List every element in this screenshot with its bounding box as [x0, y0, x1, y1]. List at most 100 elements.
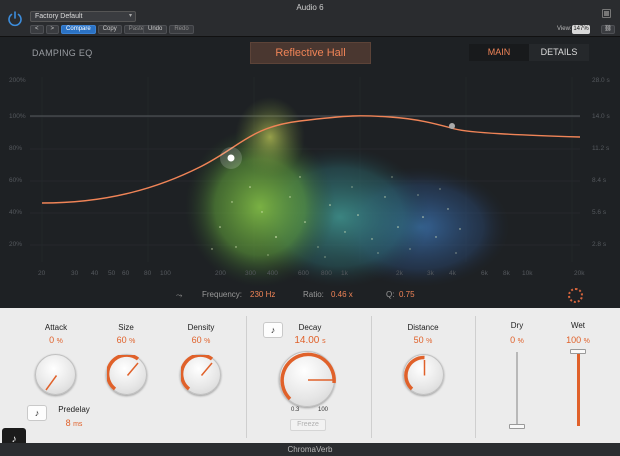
- high-frequency-handle[interactable]: [449, 123, 455, 129]
- power-icon[interactable]: [6, 10, 24, 28]
- spectrum-cloud: [185, 97, 510, 287]
- link-icon[interactable]: ⛓: [601, 25, 615, 34]
- room-type-selector[interactable]: Reflective Hall: [250, 42, 371, 64]
- window-toggle-icon[interactable]: [602, 9, 611, 18]
- decay-number: 14.00: [294, 335, 320, 346]
- predelay-sync-note-icon[interactable]: ♪: [27, 405, 47, 421]
- freq-axis-label: 6k: [481, 270, 488, 277]
- freq-axis-label: 20k: [574, 270, 585, 277]
- attack-indicator: [45, 375, 58, 391]
- predelay-number: 8: [65, 418, 71, 428]
- freq-axis-label: 4k: [449, 270, 456, 277]
- right-axis-label: 5.6 s: [592, 209, 607, 216]
- divider: [246, 316, 247, 438]
- damping-eq-display: DAMPING EQ Reflective Hall MAIN DETAILS: [0, 37, 620, 308]
- freq-axis-label: 30: [71, 270, 79, 277]
- redo-button[interactable]: Redo: [169, 25, 194, 34]
- view-zoom-select[interactable]: 147%: [572, 25, 590, 34]
- view-tabs: MAIN DETAILS: [469, 44, 589, 61]
- freeze-button[interactable]: Freeze: [290, 419, 326, 431]
- freq-axis-label: 800: [321, 270, 332, 277]
- preset-name: Factory Default: [35, 13, 83, 20]
- ratio-label: Ratio:: [303, 290, 324, 299]
- freq-axis-label: 60: [122, 270, 130, 277]
- density-value[interactable]: 60 %: [181, 335, 221, 345]
- right-axis-label: 2.8 s: [592, 241, 607, 248]
- next-preset-button[interactable]: >: [45, 25, 60, 34]
- q-value[interactable]: 0.75: [399, 290, 415, 299]
- size-title: Size: [118, 323, 134, 332]
- decay-knob[interactable]: [279, 351, 336, 407]
- decay-title: Decay: [298, 323, 322, 332]
- section-label: DAMPING EQ: [32, 48, 93, 58]
- freq-axis-label: 300: [245, 270, 256, 277]
- wet-fader-fill: [577, 352, 580, 426]
- distance-indicator: [404, 355, 426, 391]
- decay-sync-note-icon[interactable]: ♪: [263, 322, 283, 338]
- settings-gear-icon[interactable]: [568, 288, 583, 303]
- q-label: Q:: [386, 290, 395, 299]
- decay-min-label: 0.3: [291, 407, 300, 413]
- distance-knob[interactable]: [403, 354, 444, 395]
- right-axis-label: 14.0 s: [592, 113, 610, 120]
- freq-axis-label: 1k: [341, 270, 348, 277]
- attack-unit: %: [56, 338, 63, 345]
- density-number: 60: [191, 335, 202, 345]
- right-axis-label: 28.0 s: [592, 77, 610, 84]
- previous-preset-button[interactable]: <: [30, 25, 44, 34]
- low-frequency-handle[interactable]: [227, 154, 235, 162]
- preset-dropdown[interactable]: Factory Default ▾: [30, 11, 136, 22]
- right-axis-label: 11.2 s: [592, 145, 610, 152]
- wet-number: 100: [566, 335, 582, 345]
- dry-fader-handle[interactable]: [509, 424, 525, 429]
- size-number: 60: [116, 335, 127, 345]
- view-label: View:: [557, 26, 572, 32]
- wet-fader-handle[interactable]: [570, 349, 586, 354]
- undo-button[interactable]: Undo: [143, 25, 168, 34]
- curve-type-icon[interactable]: ⤳: [176, 291, 182, 301]
- wet-value[interactable]: 100 %: [558, 335, 598, 345]
- compare-button[interactable]: Compare: [61, 25, 96, 34]
- dry-value[interactable]: 0 %: [497, 335, 537, 345]
- right-axis-label: 8.4 s: [592, 177, 607, 184]
- predelay-value[interactable]: 8 ms: [54, 418, 94, 428]
- density-indicator: [179, 353, 214, 391]
- decay-indicator: [280, 352, 336, 401]
- left-axis-label: 40%: [9, 209, 23, 216]
- dry-title: Dry: [510, 321, 524, 330]
- ratio-value[interactable]: 0.46 x: [331, 290, 353, 299]
- preset-toolbar: < > Compare Copy Paste: [30, 25, 150, 34]
- control-panel: Attack 0 % Size 60 % Density 60 % ♪ Pred…: [0, 308, 620, 443]
- wet-unit: %: [583, 338, 590, 345]
- history-toolbar: Undo Redo: [143, 25, 194, 34]
- size-value[interactable]: 60 %: [106, 335, 146, 345]
- size-unit: %: [129, 338, 136, 345]
- attack-value[interactable]: 0 %: [36, 335, 76, 345]
- dry-number: 0: [510, 335, 516, 345]
- frequency-value[interactable]: 230 Hz: [250, 290, 275, 299]
- distance-number: 50: [413, 335, 424, 345]
- left-axis-label: 100%: [9, 113, 26, 120]
- distance-unit: %: [426, 338, 433, 345]
- dry-unit: %: [517, 338, 524, 345]
- decay-value[interactable]: 14.00 s: [285, 335, 335, 346]
- density-knob[interactable]: [179, 353, 221, 395]
- attack-knob[interactable]: [35, 354, 76, 395]
- freq-axis-label: 8k: [503, 270, 510, 277]
- size-knob[interactable]: [105, 353, 147, 395]
- distance-value[interactable]: 50 %: [403, 335, 443, 345]
- divider: [371, 316, 372, 438]
- eq-plot[interactable]: [0, 77, 620, 287]
- predelay-title: Predelay: [58, 405, 90, 414]
- freq-axis-label: 80: [144, 270, 152, 277]
- tab-details[interactable]: DETAILS: [529, 44, 589, 61]
- attack-number: 0: [49, 335, 55, 345]
- title-bar: Audio 6 Factory Default ▾ < > Compare Co…: [0, 0, 620, 37]
- dry-fader-track[interactable]: [516, 352, 518, 426]
- tab-main[interactable]: MAIN: [469, 44, 529, 61]
- attack-title: Attack: [44, 323, 68, 332]
- freq-axis-label: 20: [38, 270, 46, 277]
- freq-axis-label: 3k: [427, 270, 434, 277]
- freq-axis-label: 50: [108, 270, 116, 277]
- copy-button[interactable]: Copy: [97, 25, 122, 34]
